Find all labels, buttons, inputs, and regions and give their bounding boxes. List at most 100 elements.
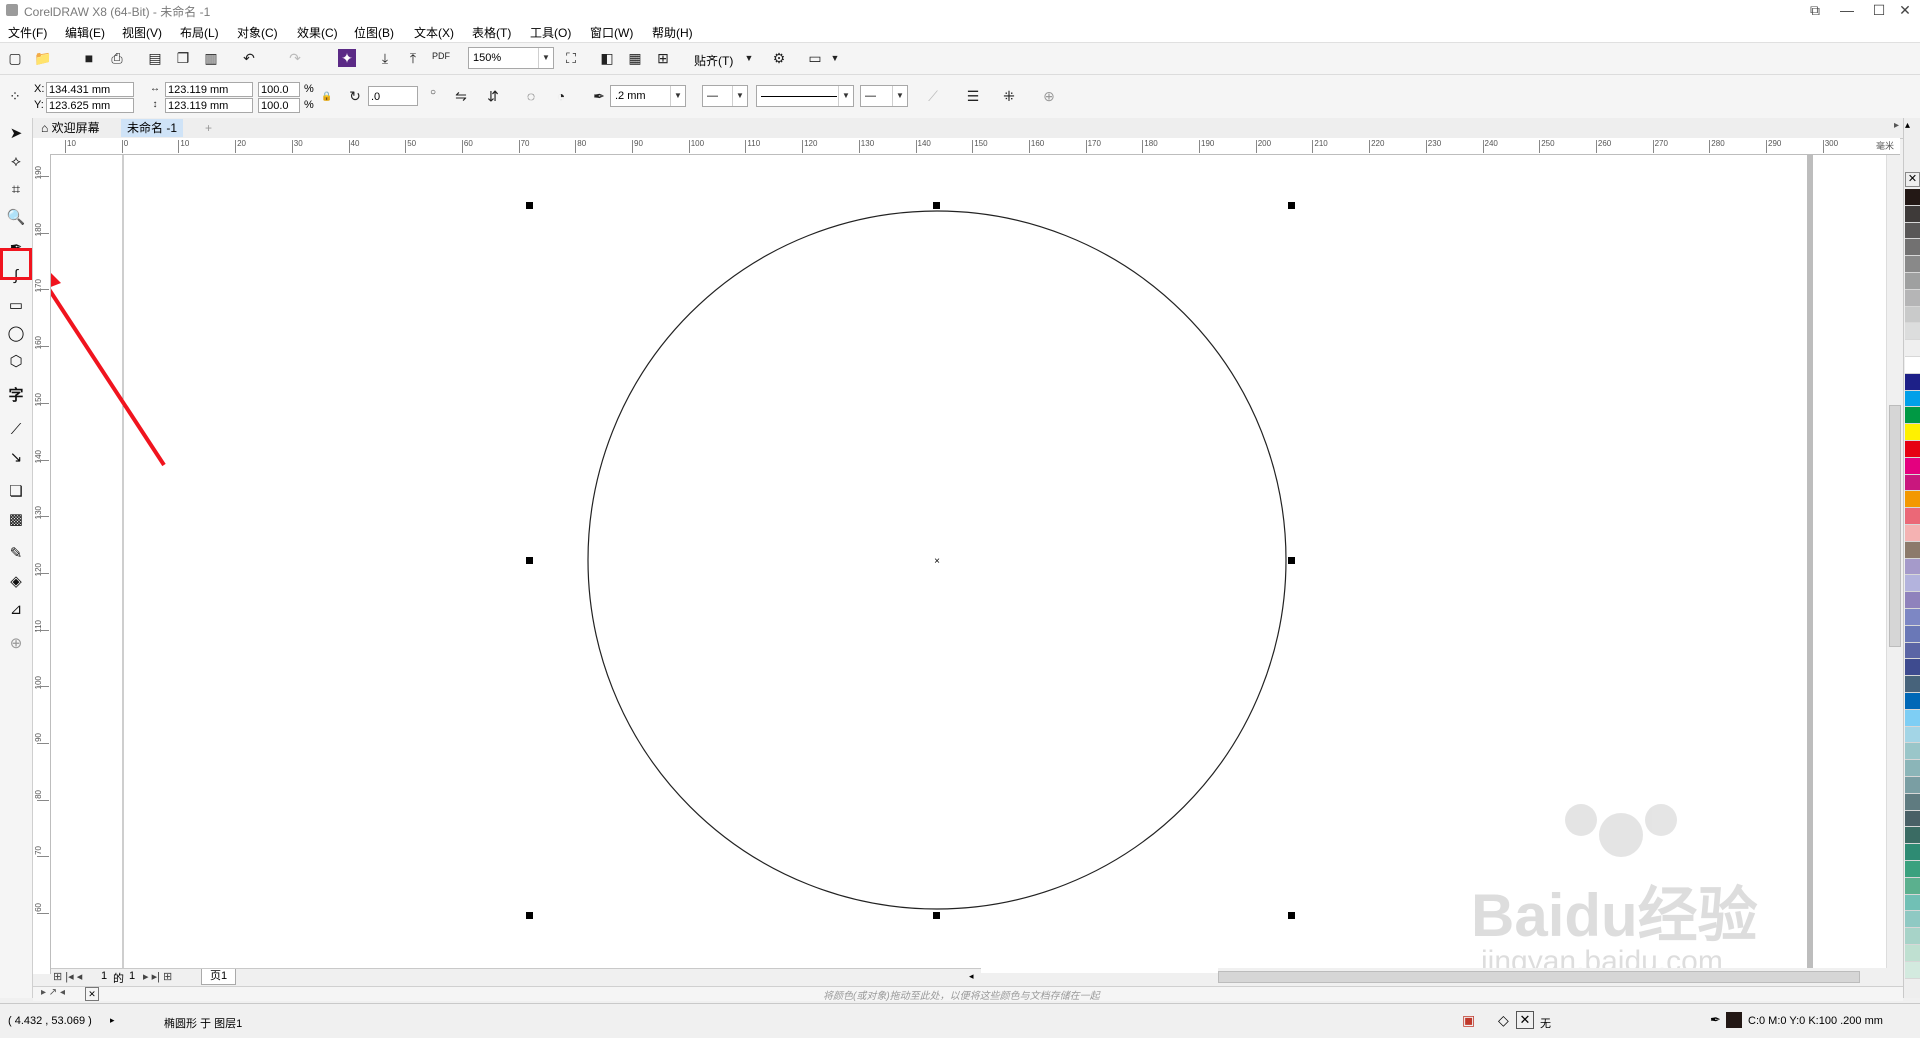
contour-icon[interactable]: ⁜	[1000, 87, 1018, 105]
ruler-origin[interactable]	[33, 138, 51, 155]
new-tab-icon[interactable]: +	[199, 119, 218, 137]
palette-color-swatch[interactable]	[1905, 390, 1920, 408]
palette-color-swatch[interactable]	[1905, 424, 1920, 441]
pie-mode-icon[interactable]: ◔	[552, 87, 570, 105]
menu-window[interactable]: 窗口(W)	[590, 24, 633, 41]
page-tab-1[interactable]: 页1	[201, 969, 237, 985]
height-field[interactable]: 123.119 mm	[165, 98, 253, 113]
horizontal-ruler[interactable]: 10 0 10 20 30 40 50 60 70 80 90 100 110 120 130 140 150 1…	[50, 138, 1900, 155]
selection-handle[interactable]	[526, 557, 533, 564]
no-color-swatch[interactable]: ✕	[1905, 172, 1920, 187]
palette-color-swatch[interactable]	[1905, 575, 1920, 593]
connector-tool-icon[interactable]: ↘	[6, 448, 26, 468]
mirror-vertical-icon[interactable]: ⇵	[484, 87, 502, 105]
open-folder-icon[interactable]: 📁	[34, 49, 52, 67]
menu-help[interactable]: 帮助(H)	[652, 24, 693, 41]
palette-color-swatch[interactable]	[1905, 373, 1920, 391]
zoom-to-page-icon[interactable]: ⛶	[562, 49, 580, 67]
transparency-tool-icon[interactable]: ▩	[6, 510, 26, 530]
color-proof-icon[interactable]: ▣	[1462, 1012, 1475, 1029]
wrap-text-icon[interactable]: ☰	[964, 87, 982, 105]
palette-color-swatch[interactable]	[1905, 659, 1920, 677]
width-field[interactable]: 123.119 mm	[165, 82, 253, 97]
ellipse-tool-icon[interactable]: ◯	[6, 324, 26, 344]
palette-color-swatch[interactable]	[1905, 726, 1920, 744]
start-arrowhead-dropdown[interactable]: — ▼	[702, 85, 748, 107]
vertical-ruler[interactable]: 190 180 170 160 150 140 130 120 110 100 90 80 70 60	[33, 154, 51, 974]
palette-color-swatch[interactable]	[1905, 323, 1920, 341]
palette-color-swatch[interactable]	[1905, 928, 1920, 945]
palette-color-swatch[interactable]	[1905, 525, 1920, 542]
palette-color-swatch[interactable]	[1905, 894, 1920, 912]
vertical-scrollbar-thumb[interactable]	[1889, 405, 1901, 647]
x-position-field[interactable]: 134.431 mm	[46, 82, 134, 97]
selection-handle[interactable]	[1288, 557, 1295, 564]
add-icon[interactable]: ⊕	[1040, 87, 1058, 105]
palette-color-swatch[interactable]	[1905, 474, 1920, 492]
polygon-tool-icon[interactable]: ⬡	[6, 352, 26, 372]
export-icon[interactable]: ⤒	[404, 49, 422, 67]
no-color-swatch[interactable]: ✕	[85, 987, 99, 1001]
palette-flyout-icon[interactable]: ▸ ↗ ◂	[41, 987, 65, 998]
palette-color-swatch[interactable]	[1905, 592, 1920, 609]
palette-color-swatch[interactable]	[1905, 306, 1920, 324]
rotation-angle-field[interactable]: .0	[368, 86, 418, 106]
palette-color-swatch[interactable]	[1905, 457, 1920, 475]
shape-tool-icon[interactable]: ⟡	[6, 152, 26, 172]
drawing-canvas[interactable]: × Baidu经验 jingyan.baidu.com	[51, 155, 1901, 978]
convert-to-curves-icon[interactable]: ⟋	[924, 87, 942, 105]
palette-color-swatch[interactable]	[1905, 625, 1920, 643]
minimize-button[interactable]: —	[1830, 0, 1864, 20]
horizontal-scrollbar-thumb[interactable]	[1218, 971, 1860, 983]
palette-color-swatch[interactable]	[1905, 508, 1920, 525]
menu-layout[interactable]: 布局(L)	[180, 24, 219, 41]
next-page-icon[interactable]: ▸ ▸| ⊞	[143, 970, 172, 983]
palette-color-swatch[interactable]	[1905, 205, 1920, 223]
horizontal-scrollbar[interactable]	[1218, 968, 1888, 984]
palette-color-swatch[interactable]	[1905, 407, 1920, 425]
palette-color-swatch[interactable]	[1905, 777, 1920, 794]
palette-color-swatch[interactable]	[1905, 273, 1920, 290]
scale-x-field[interactable]: 100.0	[258, 82, 300, 97]
copy-icon[interactable]: ❐	[174, 49, 192, 67]
palette-color-swatch[interactable]	[1905, 743, 1920, 761]
zoom-level-dropdown[interactable]: 150% ▼	[468, 47, 554, 69]
fill-icon[interactable]: ◇	[1498, 1012, 1509, 1029]
palette-color-swatch[interactable]	[1905, 441, 1920, 458]
restore-down-icon[interactable]: ⧉	[1798, 0, 1832, 20]
redo-icon[interactable]: ↷	[286, 49, 304, 67]
palette-color-swatch[interactable]	[1905, 541, 1920, 559]
show-grid-icon[interactable]: ▦	[626, 49, 644, 67]
menu-text[interactable]: 文本(X)	[414, 24, 454, 41]
selection-handle[interactable]	[526, 202, 533, 209]
add-tool-icon[interactable]: ⊕	[6, 634, 26, 654]
palette-color-swatch[interactable]	[1905, 877, 1920, 895]
palette-scroll-up-icon[interactable]: ▴	[1905, 120, 1910, 131]
palette-color-swatch[interactable]	[1905, 222, 1920, 240]
scale-y-field[interactable]: 100.0	[258, 98, 300, 113]
palette-color-swatch[interactable]	[1905, 256, 1920, 273]
save-icon[interactable]: ■	[80, 49, 98, 67]
palette-color-swatch[interactable]	[1905, 844, 1920, 861]
palette-color-swatch[interactable]	[1905, 558, 1920, 576]
options-gear-icon[interactable]: ⚙	[770, 49, 788, 67]
cut-icon[interactable]: ▤	[146, 49, 164, 67]
selection-handle[interactable]	[933, 202, 940, 209]
smart-fill-tool-icon[interactable]: ⊿	[6, 600, 26, 620]
interactive-fill-tool-icon[interactable]: ◈	[6, 572, 26, 592]
text-tool-icon[interactable]: 字	[6, 386, 26, 406]
end-arrowhead-dropdown[interactable]: — ▼	[860, 85, 908, 107]
palette-color-swatch[interactable]	[1905, 189, 1920, 206]
application-launcher-icon[interactable]: ▭	[806, 49, 824, 67]
scroll-left-icon[interactable]: ◂	[969, 971, 974, 982]
palette-color-swatch[interactable]	[1905, 609, 1920, 626]
menu-file[interactable]: 文件(F)	[8, 24, 47, 41]
tab-welcome-screen[interactable]: ⌂ 欢迎屏幕	[35, 119, 106, 137]
menu-effects[interactable]: 效果(C)	[297, 24, 338, 41]
palette-color-swatch[interactable]	[1905, 693, 1920, 710]
menu-edit[interactable]: 编辑(E)	[65, 24, 105, 41]
crop-tool-icon[interactable]: ⌗	[6, 180, 26, 200]
pick-tool-icon[interactable]: ➤	[6, 124, 26, 144]
palette-color-swatch[interactable]	[1905, 760, 1920, 777]
palette-color-swatch[interactable]	[1905, 676, 1920, 693]
